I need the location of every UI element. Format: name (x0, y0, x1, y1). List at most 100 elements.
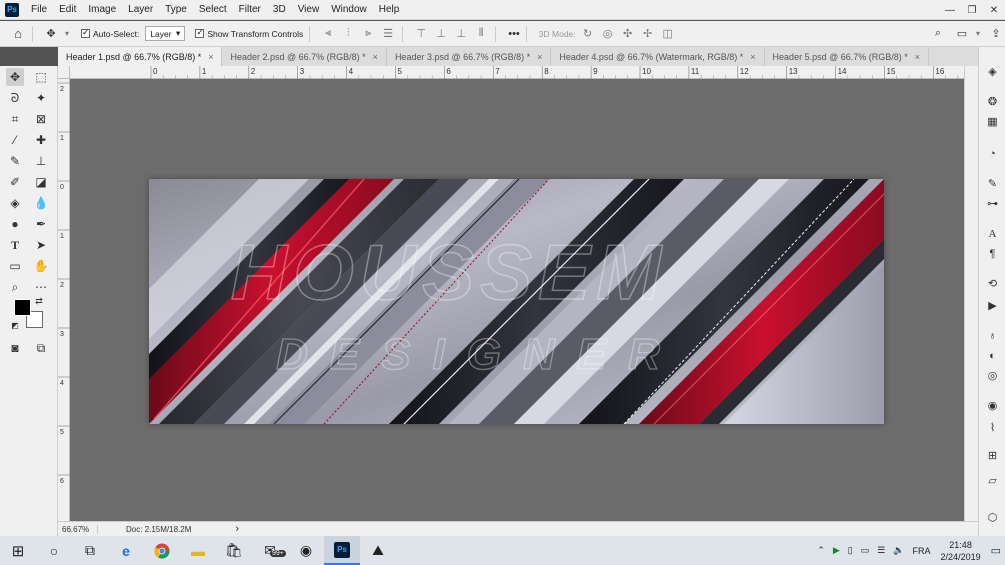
close-icon[interactable]: × (373, 52, 378, 62)
foreground-color-swatch[interactable] (14, 299, 31, 316)
notifications-icon[interactable]: ▭ (991, 544, 1001, 557)
tab-header-2[interactable]: Header 2.psd @ 66.7% (RGB/8) * × (222, 47, 387, 66)
auto-select-checkbox[interactable] (81, 27, 90, 38)
menu-filter[interactable]: Filter (233, 4, 267, 15)
eyedropper-tool-icon[interactable]: ⁄ (6, 131, 24, 149)
language-indicator[interactable]: FRA (913, 546, 931, 556)
horizontal-ruler[interactable]: 0 1 2 3 4 5 6 7 8 9 10 11 12 13 14 15 16 (70, 66, 971, 79)
3d-orbit-icon[interactable]: ↻ (580, 26, 596, 42)
adjustments-icon[interactable]: ◔ (984, 145, 1001, 162)
close-icon[interactable]: × (537, 52, 542, 62)
layers-icon[interactable]: ◈ (984, 63, 1001, 80)
auto-select-option[interactable]: Auto-Select: (81, 27, 139, 39)
auto-select-target[interactable]: Layer ▾ (145, 26, 186, 41)
brush-settings-icon[interactable]: ✎ (984, 175, 1001, 192)
quick-mask-icon[interactable]: ◙ (6, 339, 24, 357)
dodge-tool-icon[interactable]: ● (6, 215, 24, 233)
blur-tool-icon[interactable]: 💧 (32, 194, 50, 212)
store-icon[interactable]: 🛍 (216, 536, 252, 565)
character-icon[interactable]: A (984, 225, 1001, 242)
mail-icon[interactable]: ✉ 99+ (252, 536, 288, 565)
tab-header-4[interactable]: Header 4.psd @ 66.7% (Watermark, RGB/8) … (551, 47, 765, 66)
volume-icon[interactable]: 🔈 (893, 545, 904, 556)
share-icon[interactable]: ⇪ (988, 26, 1004, 42)
align-left-icon[interactable]: ⫷ (320, 26, 336, 42)
move-tool-icon[interactable]: ✥ (6, 68, 24, 86)
network-icon[interactable]: ☰ (877, 545, 885, 556)
vertical-ruler[interactable]: 2 1 0 1 2 3 4 5 6 (58, 79, 70, 521)
path-selection-tool-icon[interactable]: ➤ (32, 236, 50, 254)
swap-colors-icon[interactable]: ⇄ (34, 296, 44, 306)
libraries-icon[interactable]: ⊞ (984, 447, 1001, 464)
brush-tool-icon[interactable]: ✎ (6, 152, 24, 170)
chevron-down-icon[interactable]: ▾ (970, 26, 986, 42)
menu-image[interactable]: Image (82, 4, 122, 15)
close-icon[interactable]: × (750, 52, 755, 62)
media-player-icon[interactable]: ◉ (288, 536, 324, 565)
history-icon[interactable]: ⟲ (984, 275, 1001, 292)
file-explorer-icon[interactable]: ▬ (180, 536, 216, 565)
pen-tool-icon[interactable]: ✒ (32, 215, 50, 233)
zoom-level[interactable]: 66.67% (58, 524, 98, 534)
play-icon[interactable]: ▶ (833, 545, 840, 556)
eraser-tool-icon[interactable]: ◪ (32, 173, 50, 191)
hand-tool-icon[interactable]: ✋ (32, 257, 50, 275)
menu-help[interactable]: Help (373, 4, 406, 15)
color-icon[interactable]: ◐ (984, 347, 1001, 364)
styles-icon[interactable]: ◉ (984, 397, 1001, 414)
cortana-search-icon[interactable]: ○ (36, 536, 72, 565)
chevron-down-icon[interactable]: ▾ (59, 26, 75, 42)
tab-header-1[interactable]: Header 1.psd @ 66.7% (RGB/8) * × (58, 47, 223, 66)
channels-icon[interactable]: ❂ (984, 93, 1001, 110)
home-icon[interactable]: ⌂ (10, 26, 26, 42)
history-brush-tool-icon[interactable]: ✐ (6, 173, 24, 191)
rectangle-tool-icon[interactable]: ▭ (6, 257, 24, 275)
status-menu-button[interactable]: › (235, 523, 239, 535)
windows-start-icon[interactable]: ⊞ (0, 536, 36, 565)
paint-bucket-tool-icon[interactable]: ◈ (6, 194, 24, 212)
lasso-tool-icon[interactable]: ᘐ (6, 89, 24, 107)
navigator-icon[interactable]: ▱ (984, 472, 1001, 489)
3d-roll-icon[interactable]: ◎ (600, 26, 616, 42)
transform-controls-option[interactable]: Show Transform Controls (195, 27, 303, 39)
close-button[interactable]: ✕ (983, 0, 1005, 20)
paragraph-icon[interactable]: ¶ (984, 245, 1001, 262)
clock[interactable]: 21:48 2/24/2019 (941, 539, 981, 563)
screen-mode-icon[interactable]: ⧉ (32, 339, 50, 357)
tab-header-5[interactable]: Header 5.psd @ 66.7% (RGB/8) * × (765, 47, 930, 66)
swatches-icon[interactable]: ◎ (984, 367, 1001, 384)
workspace-icon[interactable]: ▭ (954, 26, 970, 42)
menu-select[interactable]: Select (193, 4, 233, 15)
align-bottom-icon[interactable]: ⊥ (453, 26, 469, 42)
chrome-browser-icon[interactable] (144, 536, 180, 565)
menu-edit[interactable]: Edit (53, 4, 82, 15)
align-middle-icon[interactable]: ⊥ (433, 26, 449, 42)
properties-icon[interactable]: ⊶ (984, 195, 1001, 212)
paths-icon[interactable]: ⌇ (984, 419, 1001, 436)
chevron-up-icon[interactable]: ⌃ (817, 545, 825, 556)
marquee-tool-icon[interactable]: ⬚ (32, 68, 50, 86)
align-right-icon[interactable]: ⫸ (360, 26, 376, 42)
menu-3d[interactable]: 3D (267, 4, 292, 15)
actions-icon[interactable]: ▶ (984, 297, 1001, 314)
magic-wand-tool-icon[interactable]: ✦ (32, 89, 50, 107)
search-icon[interactable]: ⌕ (930, 26, 946, 42)
restore-button[interactable]: ❐ (961, 0, 983, 20)
menu-layer[interactable]: Layer (122, 4, 159, 15)
distribute-icon[interactable]: ☰ (380, 26, 396, 42)
3d-slide-icon[interactable]: ✢ (640, 26, 656, 42)
vertical-scrollbar[interactable] (964, 66, 978, 521)
zoom-tool-icon[interactable]: ⌕ (6, 278, 24, 296)
photos-app-icon[interactable]: ⛰ (360, 536, 396, 565)
transform-controls-checkbox[interactable] (195, 27, 205, 38)
close-icon[interactable]: × (915, 52, 920, 62)
ruler-origin[interactable] (58, 66, 70, 79)
tab-header-3[interactable]: Header 3.psd @ 66.7% (RGB/8) * × (387, 47, 552, 66)
light-bulb-icon[interactable]: ♁ (984, 327, 1001, 344)
align-center-icon[interactable]: ⫶ (340, 26, 356, 42)
default-colors-icon[interactable]: ◩ (10, 320, 20, 330)
menu-window[interactable]: Window (325, 4, 373, 15)
menu-type[interactable]: Type (159, 4, 193, 15)
healing-brush-tool-icon[interactable]: ✚ (32, 131, 50, 149)
close-icon[interactable]: × (208, 52, 213, 62)
